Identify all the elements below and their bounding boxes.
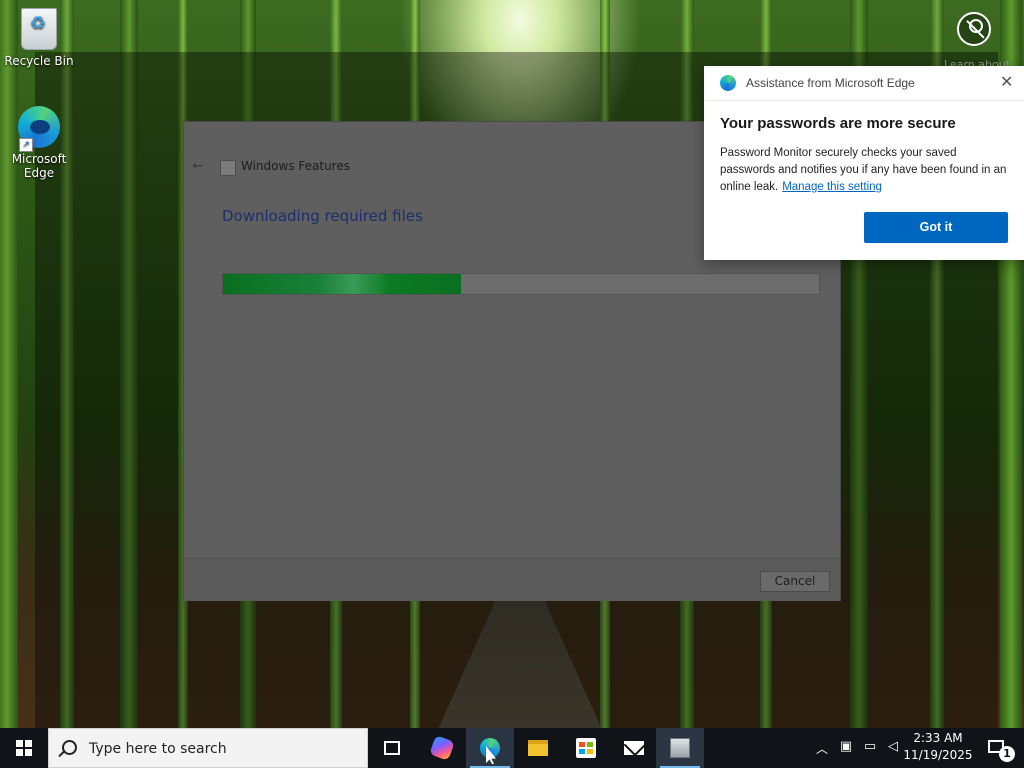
- dialog-title: Windows Features: [241, 159, 350, 173]
- desktop-icon-microsoft-edge[interactable]: ↗ Microsoft Edge: [2, 106, 76, 180]
- taskbar-mail[interactable]: [610, 728, 658, 768]
- network-icon[interactable]: ▭: [862, 739, 878, 755]
- clock-time: 2:33 AM: [913, 731, 963, 745]
- notification-count-badge: 1: [999, 746, 1015, 762]
- desktop-icon-label: Recycle Bin: [4, 54, 74, 68]
- search-icon: [62, 740, 77, 755]
- taskbar-search-box[interactable]: Type here to search: [48, 728, 368, 768]
- system-clock[interactable]: 2:33 AM 11/19/2025: [903, 730, 973, 764]
- recycle-bin-icon: [17, 8, 61, 52]
- account-icon[interactable]: [957, 12, 991, 46]
- taskbar-copilot[interactable]: [418, 728, 466, 768]
- edge-icon: ↗: [17, 106, 61, 152]
- edge-password-toast: Assistance from Microsoft Edge ✕ Your pa…: [704, 66, 1024, 260]
- cancel-button[interactable]: Cancel: [760, 571, 830, 592]
- search-placeholder: Type here to search: [89, 741, 227, 757]
- action-center-button[interactable]: 1: [980, 728, 1024, 768]
- clock-date: 11/19/2025: [903, 748, 973, 762]
- got-it-button[interactable]: Got it: [864, 212, 1008, 243]
- taskbar-edge[interactable]: [466, 728, 514, 768]
- download-progress-bar: [222, 273, 820, 295]
- desktop-icon-label: Microsoft Edge: [11, 152, 67, 180]
- progress-fill: [223, 274, 461, 294]
- toast-body: Password Monitor securely checks your sa…: [720, 145, 1014, 196]
- meet-now-icon[interactable]: ▣: [838, 739, 854, 755]
- edge-icon: [720, 75, 736, 91]
- dialog-footer: Cancel: [184, 558, 840, 601]
- toast-app-name: Assistance from Microsoft Edge: [746, 76, 915, 90]
- folder-icon: [528, 740, 548, 756]
- taskbar-microsoft-store[interactable]: [562, 728, 610, 768]
- task-view-icon: [384, 741, 400, 755]
- store-icon: [576, 738, 596, 758]
- manage-setting-link[interactable]: Manage this setting: [782, 181, 882, 193]
- taskbar: Type here to search ︿ ▣ ▭ ◁ 2:33 AM 11/1…: [0, 728, 1024, 768]
- back-arrow-icon[interactable]: ←: [192, 158, 204, 174]
- volume-muted-icon[interactable]: ◁: [885, 739, 901, 755]
- taskbar-windows-features[interactable]: [656, 728, 704, 768]
- dialog-heading: Downloading required files: [222, 207, 423, 225]
- start-button[interactable]: [0, 728, 48, 768]
- close-icon[interactable]: ✕: [1000, 72, 1013, 92]
- taskbar-task-view[interactable]: [368, 728, 416, 768]
- toast-header: Assistance from Microsoft Edge ✕: [704, 66, 1024, 101]
- desktop-icon-recycle-bin[interactable]: Recycle Bin: [2, 8, 76, 68]
- show-hidden-icons-chevron-icon[interactable]: ︿: [816, 740, 828, 757]
- windows-features-icon: [670, 738, 690, 758]
- taskbar-file-explorer[interactable]: [514, 728, 562, 768]
- toast-title: Your passwords are more secure: [720, 115, 956, 132]
- windows-features-icon: [220, 160, 236, 176]
- windows-logo-icon: [16, 740, 32, 756]
- mail-icon: [624, 741, 644, 755]
- shortcut-arrow-icon: ↗: [19, 138, 33, 152]
- copilot-icon: [429, 735, 455, 761]
